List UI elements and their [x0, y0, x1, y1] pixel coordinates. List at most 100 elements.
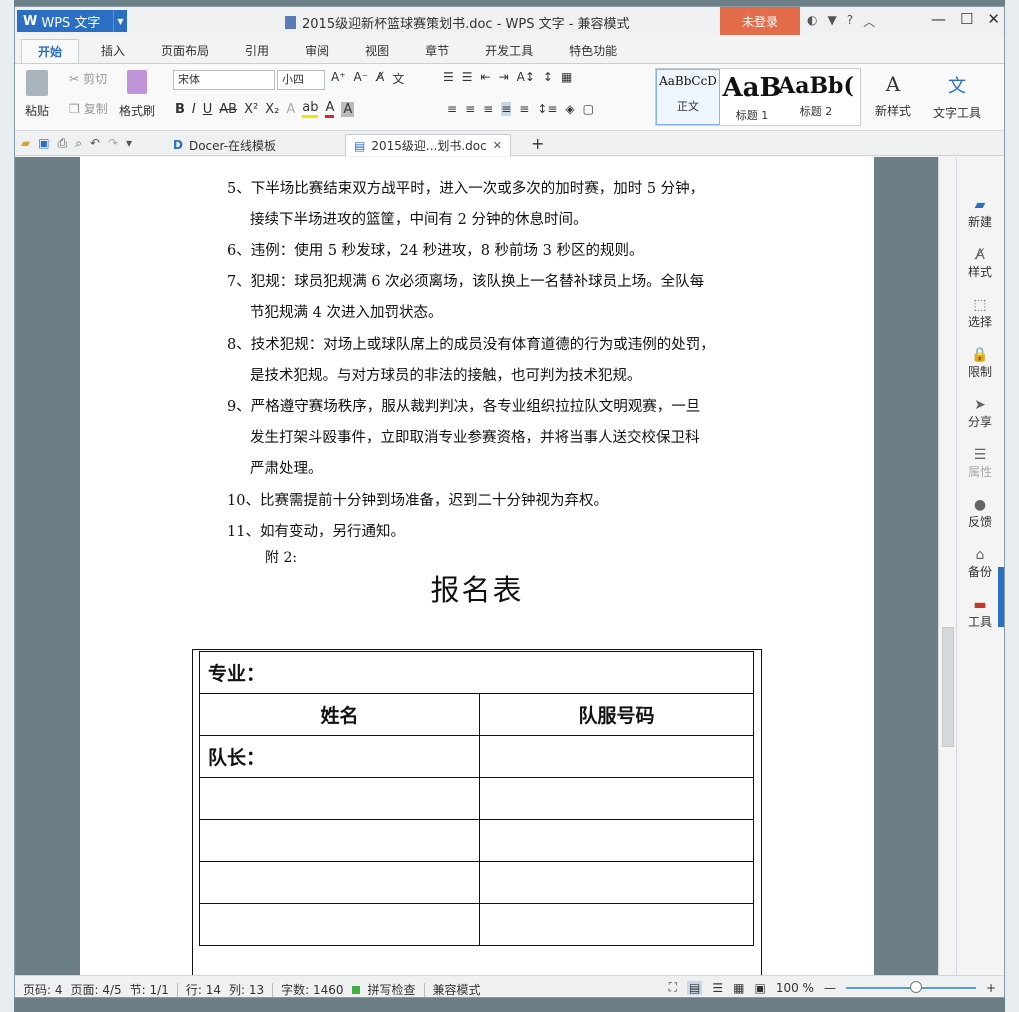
page-view-icon[interactable]: ▤	[687, 980, 703, 995]
captain-cell[interactable]: 队长：	[199, 735, 480, 778]
format-painter-button[interactable]: 格式刷	[119, 70, 155, 119]
tab-6[interactable]: 章节	[411, 39, 463, 63]
table-icon[interactable]: ▦	[561, 70, 572, 84]
char-scale-icon[interactable]: A↕	[517, 70, 535, 84]
fullscreen-icon[interactable]: ⛶	[669, 980, 677, 995]
font-size-select[interactable]: 小四	[277, 70, 325, 90]
spell-check-button[interactable]: 拼写检查	[368, 981, 416, 997]
doc-tab-current[interactable]: ▤ 2015级迎...划书.doc ✕	[345, 134, 511, 156]
decrease-indent-icon[interactable]: ⇤	[481, 70, 491, 84]
maximize-icon[interactable]: ☐	[960, 10, 973, 28]
style-2[interactable]: AaBb(标题 2	[778, 69, 854, 125]
outline-view-icon[interactable]: ☰	[712, 981, 723, 995]
justify-icon[interactable]: ≡	[501, 102, 512, 116]
tab-1[interactable]: 插入	[87, 39, 139, 63]
tab-5[interactable]: 视图	[351, 39, 403, 63]
document-page[interactable]: 附 2: 报名表 专业： 姓名 队服号码 队长： 5、下半场比赛结束双方战平时，进…	[80, 157, 874, 989]
side-item-2[interactable]: ⬚ 选择	[957, 297, 1003, 330]
align-left-icon[interactable]: ≡	[447, 102, 457, 116]
shading-icon[interactable]: ◈	[565, 102, 574, 116]
increase-indent-icon[interactable]: ⇥	[499, 70, 509, 84]
line-spacing-icon[interactable]: ↕≡	[537, 102, 557, 116]
tab-4[interactable]: 审阅	[291, 39, 343, 63]
zoom-level[interactable]: 100 %	[776, 981, 814, 995]
undo-icon[interactable]: ↶	[90, 136, 100, 151]
subscript-icon[interactable]: X₂	[265, 102, 279, 117]
minimize-icon[interactable]: —	[931, 10, 946, 28]
clear-format-icon[interactable]: A̸	[376, 70, 384, 87]
side-item-1[interactable]: A̸ 样式	[957, 247, 1003, 280]
table-cell[interactable]	[479, 903, 754, 946]
shirt-icon[interactable]: ▼	[827, 13, 836, 30]
tab-3[interactable]: 引用	[231, 39, 283, 63]
align-center-icon[interactable]: ≡	[465, 102, 475, 116]
doc-tab-docer[interactable]: D Docer-在线模板	[165, 134, 284, 156]
login-button[interactable]: 未登录	[720, 7, 800, 35]
chevron-down-icon[interactable]: ▼	[113, 10, 127, 32]
copy-button[interactable]: ❐ 复制	[69, 100, 108, 117]
table-cell[interactable]	[199, 777, 480, 820]
paste-button[interactable]: 粘贴	[25, 70, 49, 119]
strikethrough-icon[interactable]: AB	[219, 102, 237, 117]
reading-view-icon[interactable]: ▣	[754, 981, 765, 995]
name-header[interactable]: 姓名	[199, 693, 480, 736]
registration-table[interactable]: 专业： 姓名 队服号码 队长：	[199, 651, 754, 946]
print-preview-icon[interactable]: ⌕	[75, 136, 82, 151]
table-cell[interactable]	[479, 861, 754, 904]
redo-icon[interactable]: ↷	[108, 136, 118, 151]
sort-icon[interactable]: ↕	[543, 70, 553, 84]
app-menu-button[interactable]: W WPS 文字 ▼	[17, 10, 127, 32]
superscript-icon[interactable]: X²	[244, 102, 258, 117]
new-style-button[interactable]: A 新样式	[875, 72, 911, 119]
border-icon[interactable]: ▢	[583, 102, 594, 116]
italic-icon[interactable]: I	[192, 102, 196, 117]
zoom-slider[interactable]	[845, 980, 976, 993]
table-cell[interactable]	[479, 777, 754, 820]
font-family-select[interactable]: 宋体	[173, 70, 275, 90]
side-item-4[interactable]: ➤ 分享	[957, 397, 1003, 430]
zoom-knob[interactable]	[909, 980, 922, 993]
side-item-6[interactable]: ● 反馈	[957, 497, 1003, 530]
side-item-0[interactable]: ▰ 新建	[957, 197, 1003, 230]
phonetic-icon[interactable]: 文	[392, 70, 404, 87]
web-view-icon[interactable]: ▦	[733, 981, 744, 995]
side-item-7[interactable]: ⌂ 备份	[957, 547, 1003, 580]
table-cell[interactable]	[199, 903, 480, 946]
style-1[interactable]: AaB 标题 1	[720, 69, 784, 125]
zoom-in-icon[interactable]: +	[986, 981, 996, 995]
table-cell[interactable]	[199, 861, 480, 904]
major-cell[interactable]: 专业：	[199, 651, 754, 694]
char-shading-icon[interactable]: A	[341, 101, 355, 117]
highlight-icon[interactable]: ab	[302, 100, 319, 118]
number-header[interactable]: 队服号码	[479, 693, 754, 736]
side-item-3[interactable]: 🔒 限制	[957, 347, 1003, 380]
font-color-icon[interactable]: A	[325, 100, 335, 118]
side-item-8[interactable]: ▬ 工具	[957, 597, 1003, 630]
quick-menu-icon[interactable]: ▾	[126, 136, 132, 151]
zoom-out-icon[interactable]: —	[824, 981, 836, 995]
shrink-font-icon[interactable]: A⁻	[354, 70, 369, 87]
tab-2[interactable]: 页面布局	[147, 39, 223, 63]
distribute-icon[interactable]: ≡	[519, 102, 529, 116]
scroll-thumb[interactable]	[942, 627, 954, 747]
tab-8[interactable]: 特色功能	[555, 39, 631, 63]
new-tab-icon[interactable]: +	[531, 134, 544, 153]
cut-button[interactable]: ✂ 剪切	[69, 70, 107, 87]
open-icon[interactable]: ▰	[21, 136, 30, 151]
table-cell[interactable]	[199, 819, 480, 862]
numbered-list-icon[interactable]: ☰	[462, 70, 473, 84]
print-icon[interactable]: ⎙	[58, 136, 68, 151]
close-tab-icon[interactable]: ✕	[493, 139, 502, 152]
side-tab-indicator[interactable]	[998, 567, 1004, 627]
underline-icon[interactable]: U	[203, 102, 213, 117]
collapse-ribbon-icon[interactable]: ︿	[863, 13, 875, 30]
table-cell[interactable]	[479, 735, 754, 778]
skin-icon[interactable]: ◐	[807, 13, 817, 30]
grow-font-icon[interactable]: A⁺	[331, 70, 346, 87]
bullet-list-icon[interactable]: ☰	[443, 70, 454, 84]
save-icon[interactable]: ▣	[38, 136, 49, 151]
tab-7[interactable]: 开发工具	[471, 39, 547, 63]
close-icon[interactable]: ✕	[987, 10, 1000, 28]
style-0[interactable]: AaBbCcD 正文	[656, 69, 720, 125]
tab-0[interactable]: 开始	[21, 39, 80, 63]
